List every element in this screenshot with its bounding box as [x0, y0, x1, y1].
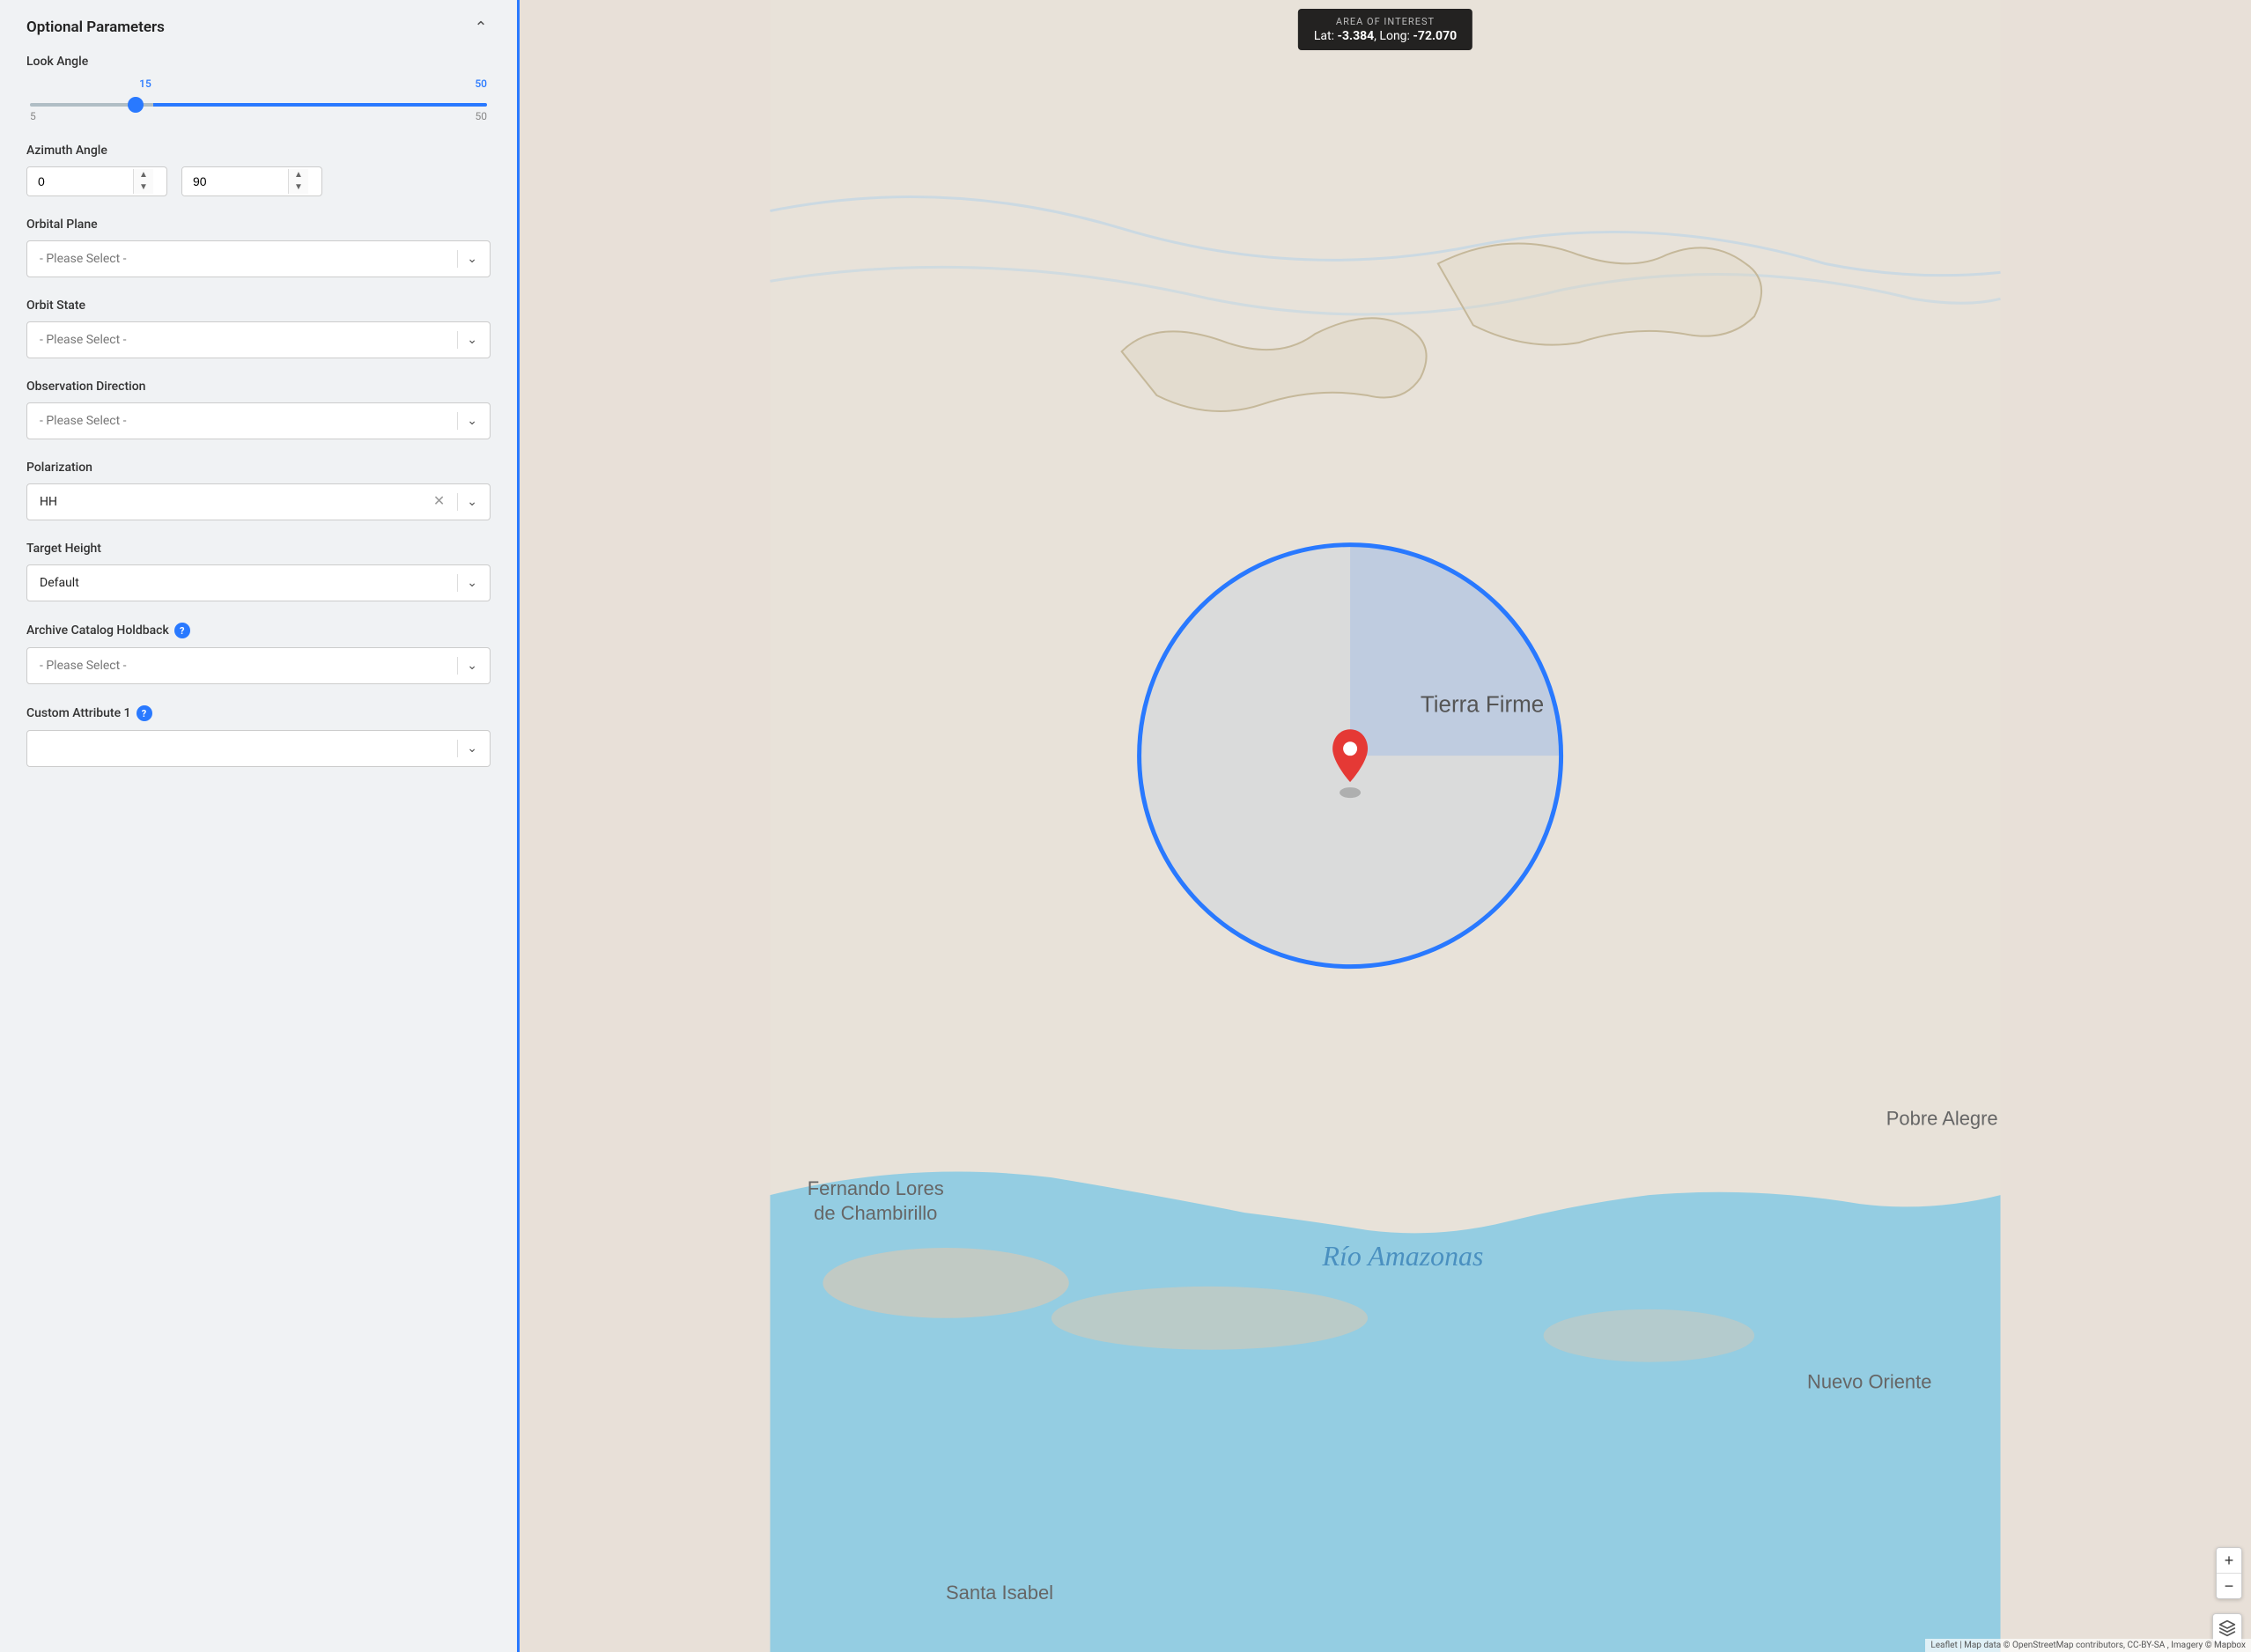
dropdown-divider-6	[457, 657, 458, 675]
collapse-button[interactable]: ⌃	[471, 18, 491, 37]
lon-value: -72.070	[1413, 29, 1457, 43]
chevron-down-icon-3: ⌄	[467, 414, 477, 428]
panel-title: Optional Parameters	[26, 18, 165, 36]
polarization-value: HH	[40, 495, 430, 509]
slider-max-label: 50	[476, 110, 488, 122]
observation-direction-dropdown[interactable]: - Please Select - ⌄	[26, 402, 491, 439]
dropdown-divider-3	[457, 412, 458, 430]
custom-attribute-1-label: Custom Attribute 1 ?	[26, 705, 491, 721]
target-height-value: Default	[40, 576, 448, 590]
observation-direction-label: Observation Direction	[26, 380, 491, 394]
map-panel[interactable]: AREA OF INTEREST Lat: -3.384, Long: -72.…	[520, 0, 2251, 1652]
svg-text:Pobre Alegre: Pobre Alegre	[1886, 1107, 1998, 1129]
azimuth-right-up-btn[interactable]: ▲	[289, 169, 308, 181]
look-angle-slider-container: 15 50 5 50	[26, 77, 491, 122]
azimuth-left-input[interactable]	[27, 167, 133, 195]
chevron-down-icon: ⌄	[467, 252, 477, 266]
dropdown-divider-7	[457, 740, 458, 757]
orbital-plane-group: Orbital Plane - Please Select - ⌄	[26, 218, 491, 277]
slider-right-value: 50	[475, 77, 487, 90]
custom-attribute-1-dropdown[interactable]: ⌄	[26, 730, 491, 767]
azimuth-left-input-wrap: ▲ ▼	[26, 166, 167, 196]
archive-catalog-holdback-label: Archive Catalog Holdback ?	[26, 623, 491, 638]
svg-text:Fernando Lores: Fernando Lores	[808, 1177, 944, 1199]
chevron-down-icon-4: ⌄	[467, 495, 477, 509]
svg-text:Nuevo Oriente: Nuevo Oriente	[1807, 1371, 1931, 1393]
orbit-state-label: Orbit State	[26, 299, 491, 313]
azimuth-left-up-btn[interactable]: ▲	[134, 169, 153, 181]
map-attribution: Leaflet | Map data © OpenStreetMap contr…	[1925, 1639, 2251, 1652]
orbit-state-dropdown[interactable]: - Please Select - ⌄	[26, 321, 491, 358]
observation-direction-group: Observation Direction - Please Select - …	[26, 380, 491, 439]
chevron-down-icon-2: ⌄	[467, 333, 477, 347]
azimuth-angle-group: Azimuth Angle ▲ ▼ ▲ ▼	[26, 144, 491, 196]
zoom-in-button[interactable]: +	[2217, 1548, 2241, 1573]
look-angle-slider[interactable]	[30, 103, 487, 107]
archive-catalog-holdback-group: Archive Catalog Holdback ? - Please Sele…	[26, 623, 491, 684]
map-svg: Río Amazonas Tierra Firme Fernando Lores…	[520, 0, 2251, 1652]
polarization-clear-button[interactable]: ✕	[430, 495, 448, 509]
lat-label: Lat:	[1314, 29, 1334, 43]
slider-top-row: 15 50	[30, 77, 487, 90]
azimuth-left-spin: ▲ ▼	[133, 169, 153, 194]
orbit-state-value: - Please Select -	[40, 333, 448, 347]
azimuth-right-input[interactable]	[182, 167, 288, 195]
azimuth-angle-label: Azimuth Angle	[26, 144, 491, 158]
svg-text:Río Amazonas: Río Amazonas	[1321, 1241, 1483, 1272]
archive-catalog-holdback-value: - Please Select -	[40, 659, 448, 673]
dropdown-divider-4	[457, 493, 458, 511]
orbit-state-group: Orbit State - Please Select - ⌄	[26, 299, 491, 358]
panel-header: Optional Parameters ⌃	[26, 18, 491, 37]
svg-text:Santa Isabel: Santa Isabel	[946, 1582, 1053, 1604]
dropdown-divider-5	[457, 574, 458, 592]
azimuth-left-down-btn[interactable]: ▼	[134, 181, 153, 194]
orbital-plane-dropdown[interactable]: - Please Select - ⌄	[26, 240, 491, 277]
azimuth-right-spin: ▲ ▼	[288, 169, 308, 194]
slider-min-label: 5	[30, 110, 36, 122]
polarization-dropdown[interactable]: HH ✕ ⌄	[26, 483, 491, 520]
orbital-plane-value: - Please Select -	[40, 252, 448, 266]
target-height-label: Target Height	[26, 542, 491, 556]
map-zoom-controls: + −	[2216, 1547, 2242, 1599]
target-height-dropdown[interactable]: Default ⌄	[26, 564, 491, 601]
archive-catalog-help-icon[interactable]: ?	[174, 623, 190, 638]
azimuth-inputs: ▲ ▼ ▲ ▼	[26, 166, 491, 196]
area-of-interest-label: AREA OF INTEREST	[1314, 16, 1457, 27]
coordinate-tooltip: AREA OF INTEREST Lat: -3.384, Long: -72.…	[1298, 9, 1472, 50]
azimuth-right-down-btn[interactable]: ▼	[289, 181, 308, 194]
dropdown-divider	[457, 250, 458, 268]
chevron-down-icon-6: ⌄	[467, 659, 477, 673]
dropdown-divider-2	[457, 331, 458, 349]
optional-parameters-panel: Optional Parameters ⌃ Look Angle 15 50 5…	[0, 0, 520, 1652]
layers-icon	[2218, 1619, 2236, 1637]
svg-text:de Chambirillo: de Chambirillo	[814, 1202, 937, 1224]
custom-attribute-1-help-icon[interactable]: ?	[137, 705, 152, 721]
chevron-down-icon-7: ⌄	[467, 741, 477, 756]
lat-value: -3.384	[1337, 29, 1374, 43]
observation-direction-value: - Please Select -	[40, 414, 448, 428]
azimuth-right-input-wrap: ▲ ▼	[181, 166, 322, 196]
target-height-group: Target Height Default ⌄	[26, 542, 491, 601]
slider-left-value: 15	[139, 77, 151, 90]
custom-attribute-1-group: Custom Attribute 1 ? ⌄	[26, 705, 491, 767]
zoom-out-button[interactable]: −	[2217, 1574, 2241, 1598]
look-angle-label: Look Angle	[26, 55, 491, 69]
lon-label: Long:	[1379, 29, 1410, 43]
svg-text:Tierra Firme: Tierra Firme	[1421, 692, 1544, 717]
polarization-group: Polarization HH ✕ ⌄	[26, 461, 491, 520]
archive-catalog-holdback-dropdown[interactable]: - Please Select - ⌄	[26, 647, 491, 684]
look-angle-group: Look Angle 15 50 5 50	[26, 55, 491, 122]
chevron-down-icon-5: ⌄	[467, 576, 477, 590]
orbital-plane-label: Orbital Plane	[26, 218, 491, 232]
polarization-label: Polarization	[26, 461, 491, 475]
